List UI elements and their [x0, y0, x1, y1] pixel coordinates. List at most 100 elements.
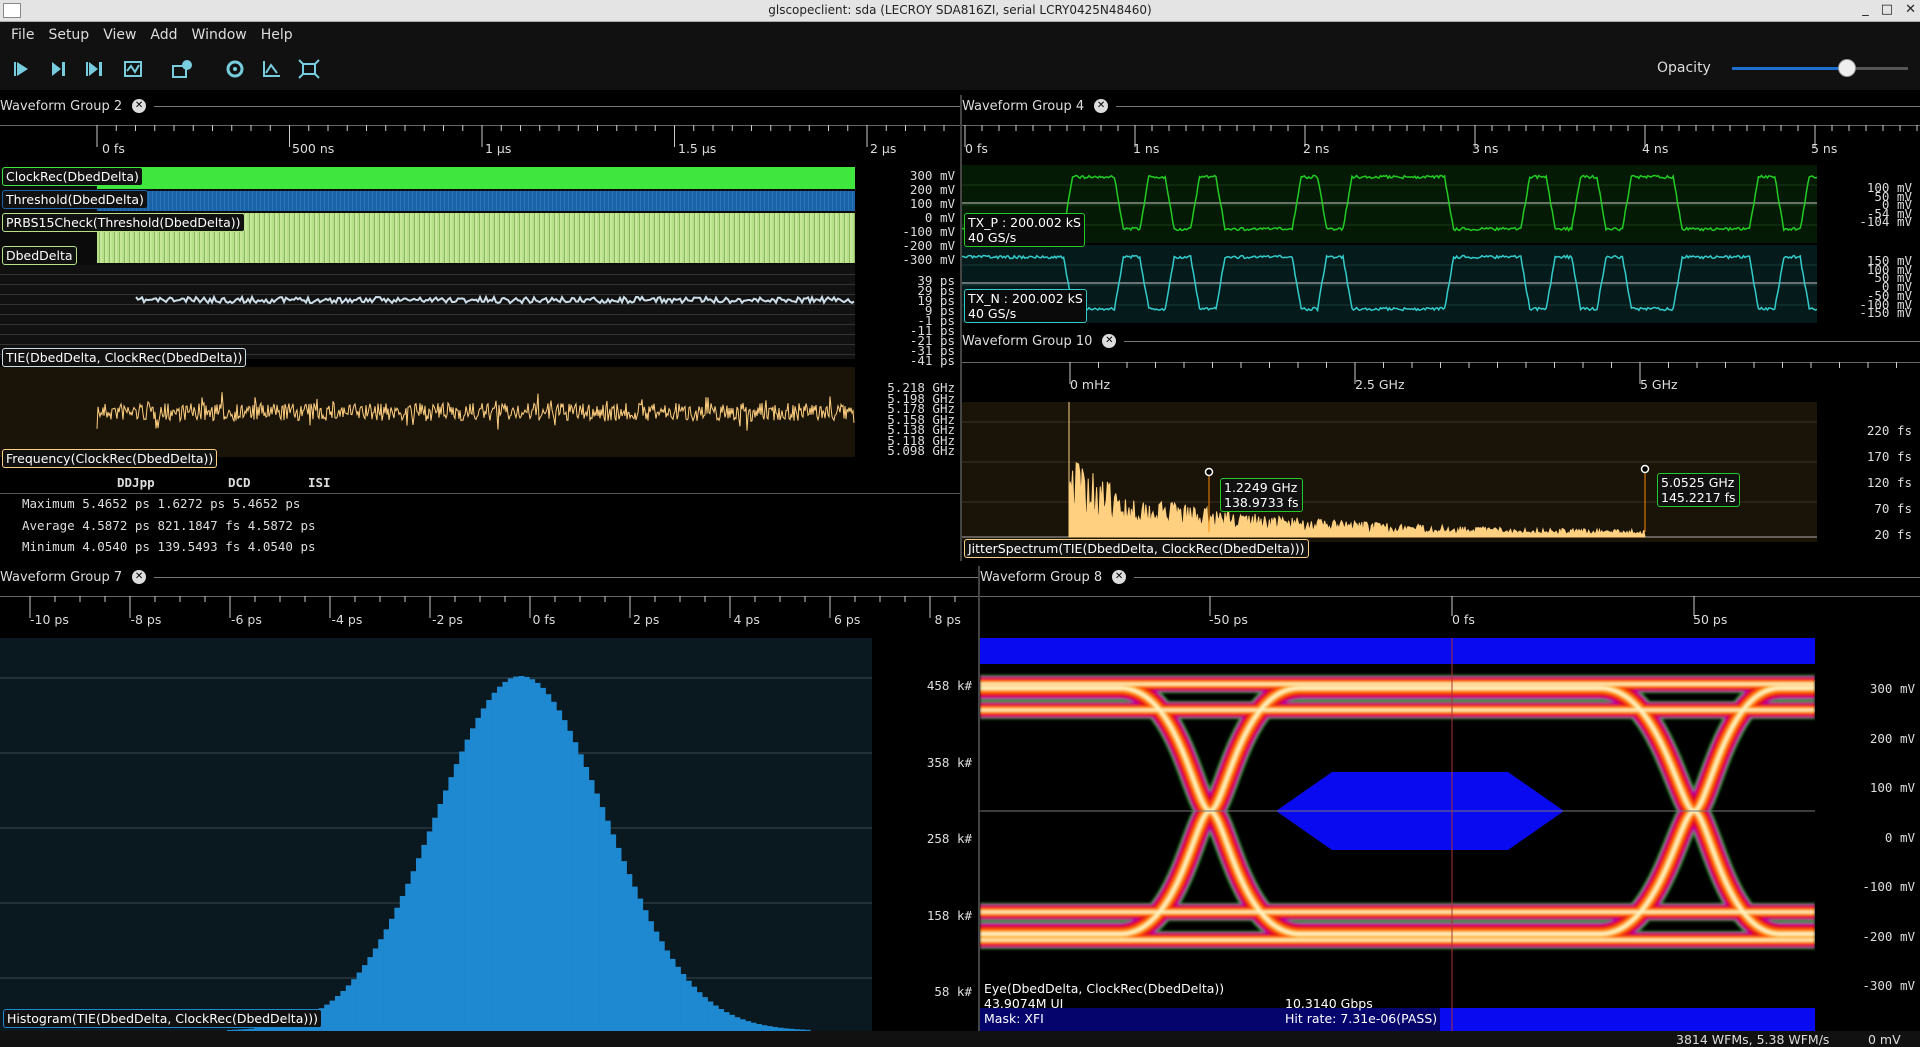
axis-label: 170 fs — [1866, 449, 1912, 464]
eye-hit-rate: Hit rate: 7.31e-06(PASS) — [1285, 1011, 1438, 1026]
time-tick: 500 ns — [292, 141, 335, 156]
trace-label-prbs[interactable]: PRBS15Check(Threshold(DbedDelta)) — [2, 213, 245, 232]
force-trigger-icon[interactable] — [82, 57, 108, 81]
time-tick: 50 ps — [1693, 612, 1728, 627]
axis-label: -200 mV — [902, 238, 955, 253]
single-trigger-icon[interactable] — [45, 57, 71, 81]
group-title: Waveform Group 4 — [962, 98, 1085, 114]
axis-label: 200 mV — [1869, 730, 1915, 746]
axis-label: 70 fs — [1874, 501, 1912, 516]
trace-label-threshold[interactable]: Threshold(DbedDelta) — [2, 190, 148, 209]
time-axis[interactable] — [980, 596, 1920, 622]
trace-label-histogram[interactable]: Histogram(TIE(DbedDelta, ClockRec(DbedDe… — [3, 1009, 322, 1028]
eye-mask: Mask: XFI — [984, 1011, 1044, 1026]
menu-setup[interactable]: Setup — [41, 22, 96, 48]
time-tick: -6 ps — [231, 612, 262, 627]
trace-label-clockrec[interactable]: ClockRec(DbedDelta) — [2, 167, 143, 186]
close-group-icon[interactable]: ✕ — [1094, 99, 1109, 113]
status-voltage: 0 mV — [1868, 1032, 1901, 1047]
eye-plot[interactable] — [980, 638, 1815, 1031]
menu-window[interactable]: Window — [185, 22, 254, 48]
frequency-plot[interactable] — [0, 367, 855, 457]
time-tick: 1.5 µs — [678, 141, 717, 156]
time-tick: 0 fs — [965, 141, 988, 156]
meas-header-isi: ISI — [308, 475, 331, 490]
status-bar: 3814 WFMs, 5.38 WFM/s 0 mV — [0, 1031, 1920, 1047]
axis-label: 58 k# — [934, 984, 972, 999]
time-tick: 2 ns — [1303, 141, 1330, 156]
waveform-group-7: Waveform Group 7 ✕ -10 ps -8 ps -6 ps -4 ps -… — [0, 566, 978, 1031]
eye-bitrate: 10.3140 Gbps — [1285, 996, 1373, 1011]
trace-label-dbed[interactable]: DbedDelta — [2, 246, 77, 265]
time-tick: 0 fs — [102, 141, 125, 156]
axis-label: 200 mV — [909, 182, 955, 197]
opacity-slider-handle[interactable] — [1838, 59, 1856, 77]
maximize-icon[interactable]: □ — [1881, 0, 1893, 20]
threshold-trace — [97, 191, 855, 211]
axis-label: -300 mV — [902, 252, 955, 267]
time-tick: 3 ns — [1472, 141, 1499, 156]
axis-label: -200 mV — [1862, 928, 1915, 944]
jitter-spectrum-plot[interactable] — [962, 402, 1817, 542]
opacity-slider-remaining[interactable] — [1852, 67, 1908, 70]
histogram-plot[interactable] — [0, 638, 872, 1031]
time-tick: 1 µs — [485, 141, 512, 156]
spectrum-marker-2[interactable]: 5.0525 GHz 145.2217 fs — [1657, 473, 1740, 507]
clockrec-trace — [97, 167, 855, 189]
time-tick: 5 ns — [1811, 141, 1838, 156]
axis-label: -100 mV — [1862, 879, 1915, 894]
toolbar — [0, 48, 1920, 90]
eye-info: Eye(DbedDelta, ClockRec(DbedDelta)) 43.9… — [984, 981, 1454, 1026]
menu-add[interactable]: Add — [143, 22, 184, 48]
meas-row: Minimum 4.0540 ps 139.5493 fs 4.0540 ps — [22, 539, 316, 554]
close-group-icon[interactable]: ✕ — [1102, 334, 1117, 348]
axis-label: 100 mV — [909, 196, 955, 211]
txn-plot[interactable] — [962, 245, 1817, 323]
menu-help[interactable]: Help — [254, 22, 300, 48]
time-axis[interactable] — [0, 125, 960, 151]
close-group-icon[interactable]: ✕ — [132, 99, 147, 113]
waveform-group-4: Waveform Group 4 ✕ 0 fs 1 ns 2 ns 3 ns 4 … — [962, 95, 1920, 325]
fullscreen-icon[interactable] — [296, 57, 322, 81]
axis-label: 458 k# — [926, 678, 972, 693]
freq-tick: 5 GHz — [1640, 377, 1678, 392]
history-icon[interactable] — [170, 57, 196, 81]
group-title: Waveform Group 10 — [962, 333, 1093, 349]
start-trigger-icon[interactable] — [8, 57, 34, 81]
close-icon[interactable]: ✕ — [1905, 0, 1916, 20]
menu-file[interactable]: File — [4, 22, 41, 48]
trace-label-tie[interactable]: TIE(DbedDelta, ClockRec(DbedDelta)) — [2, 348, 247, 367]
app-icon — [3, 3, 21, 18]
axis-label: 300 mV — [909, 168, 955, 183]
menu-view[interactable]: View — [96, 22, 143, 48]
axis-label: -300 mV — [1862, 978, 1915, 993]
time-tick: 4 ns — [1642, 141, 1669, 156]
time-tick: 6 ps — [834, 612, 861, 627]
opacity-slider[interactable] — [1732, 67, 1852, 70]
close-group-icon[interactable]: ✕ — [132, 570, 147, 584]
minimize-icon[interactable]: _ — [1862, 0, 1869, 20]
waveform-group-10: Waveform Group 10 ✕ 0 mHz 2.5 GHz 5 GHz 1… — [962, 330, 1920, 561]
freq-tick: 0 mHz — [1070, 377, 1111, 392]
trace-label-txn[interactable]: TX_N : 200.002 kS 40 GS/s — [964, 289, 1087, 323]
axis-label: -100 mV — [902, 224, 955, 239]
menu-bar: File Setup View Add Window Help — [0, 22, 1920, 48]
spectrum-marker-1[interactable]: 1.2249 GHz 138.9733 fs — [1220, 478, 1303, 512]
stop-trigger-icon[interactable] — [120, 57, 146, 81]
axis-label: 20 fs — [1874, 527, 1912, 542]
opacity-label: Opacity — [1657, 60, 1711, 76]
txp-plot[interactable] — [962, 165, 1817, 243]
axis-label: 300 mV — [1869, 681, 1915, 696]
meas-row: Average 4.5872 ps 821.1847 fs 4.5872 ps — [22, 517, 316, 533]
axes-icon[interactable] — [259, 57, 285, 81]
trace-label-frequency[interactable]: Frequency(ClockRec(DbedDelta)) — [2, 449, 218, 468]
trace-label-jitterspectrum[interactable]: JitterSpectrum(TIE(DbedDelta, ClockRec(D… — [964, 539, 1309, 558]
group-title: Waveform Group 8 — [980, 569, 1103, 585]
close-group-icon[interactable]: ✕ — [1112, 570, 1127, 584]
time-tick: 0 fs — [1452, 612, 1475, 627]
axis-label: -41 ps — [909, 353, 955, 368]
refresh-icon[interactable] — [222, 57, 248, 81]
time-axis[interactable] — [962, 125, 1920, 151]
axis-label: 0 mV — [924, 210, 955, 225]
trace-label-txp[interactable]: TX_P : 200.002 kS 40 GS/s — [964, 213, 1085, 247]
